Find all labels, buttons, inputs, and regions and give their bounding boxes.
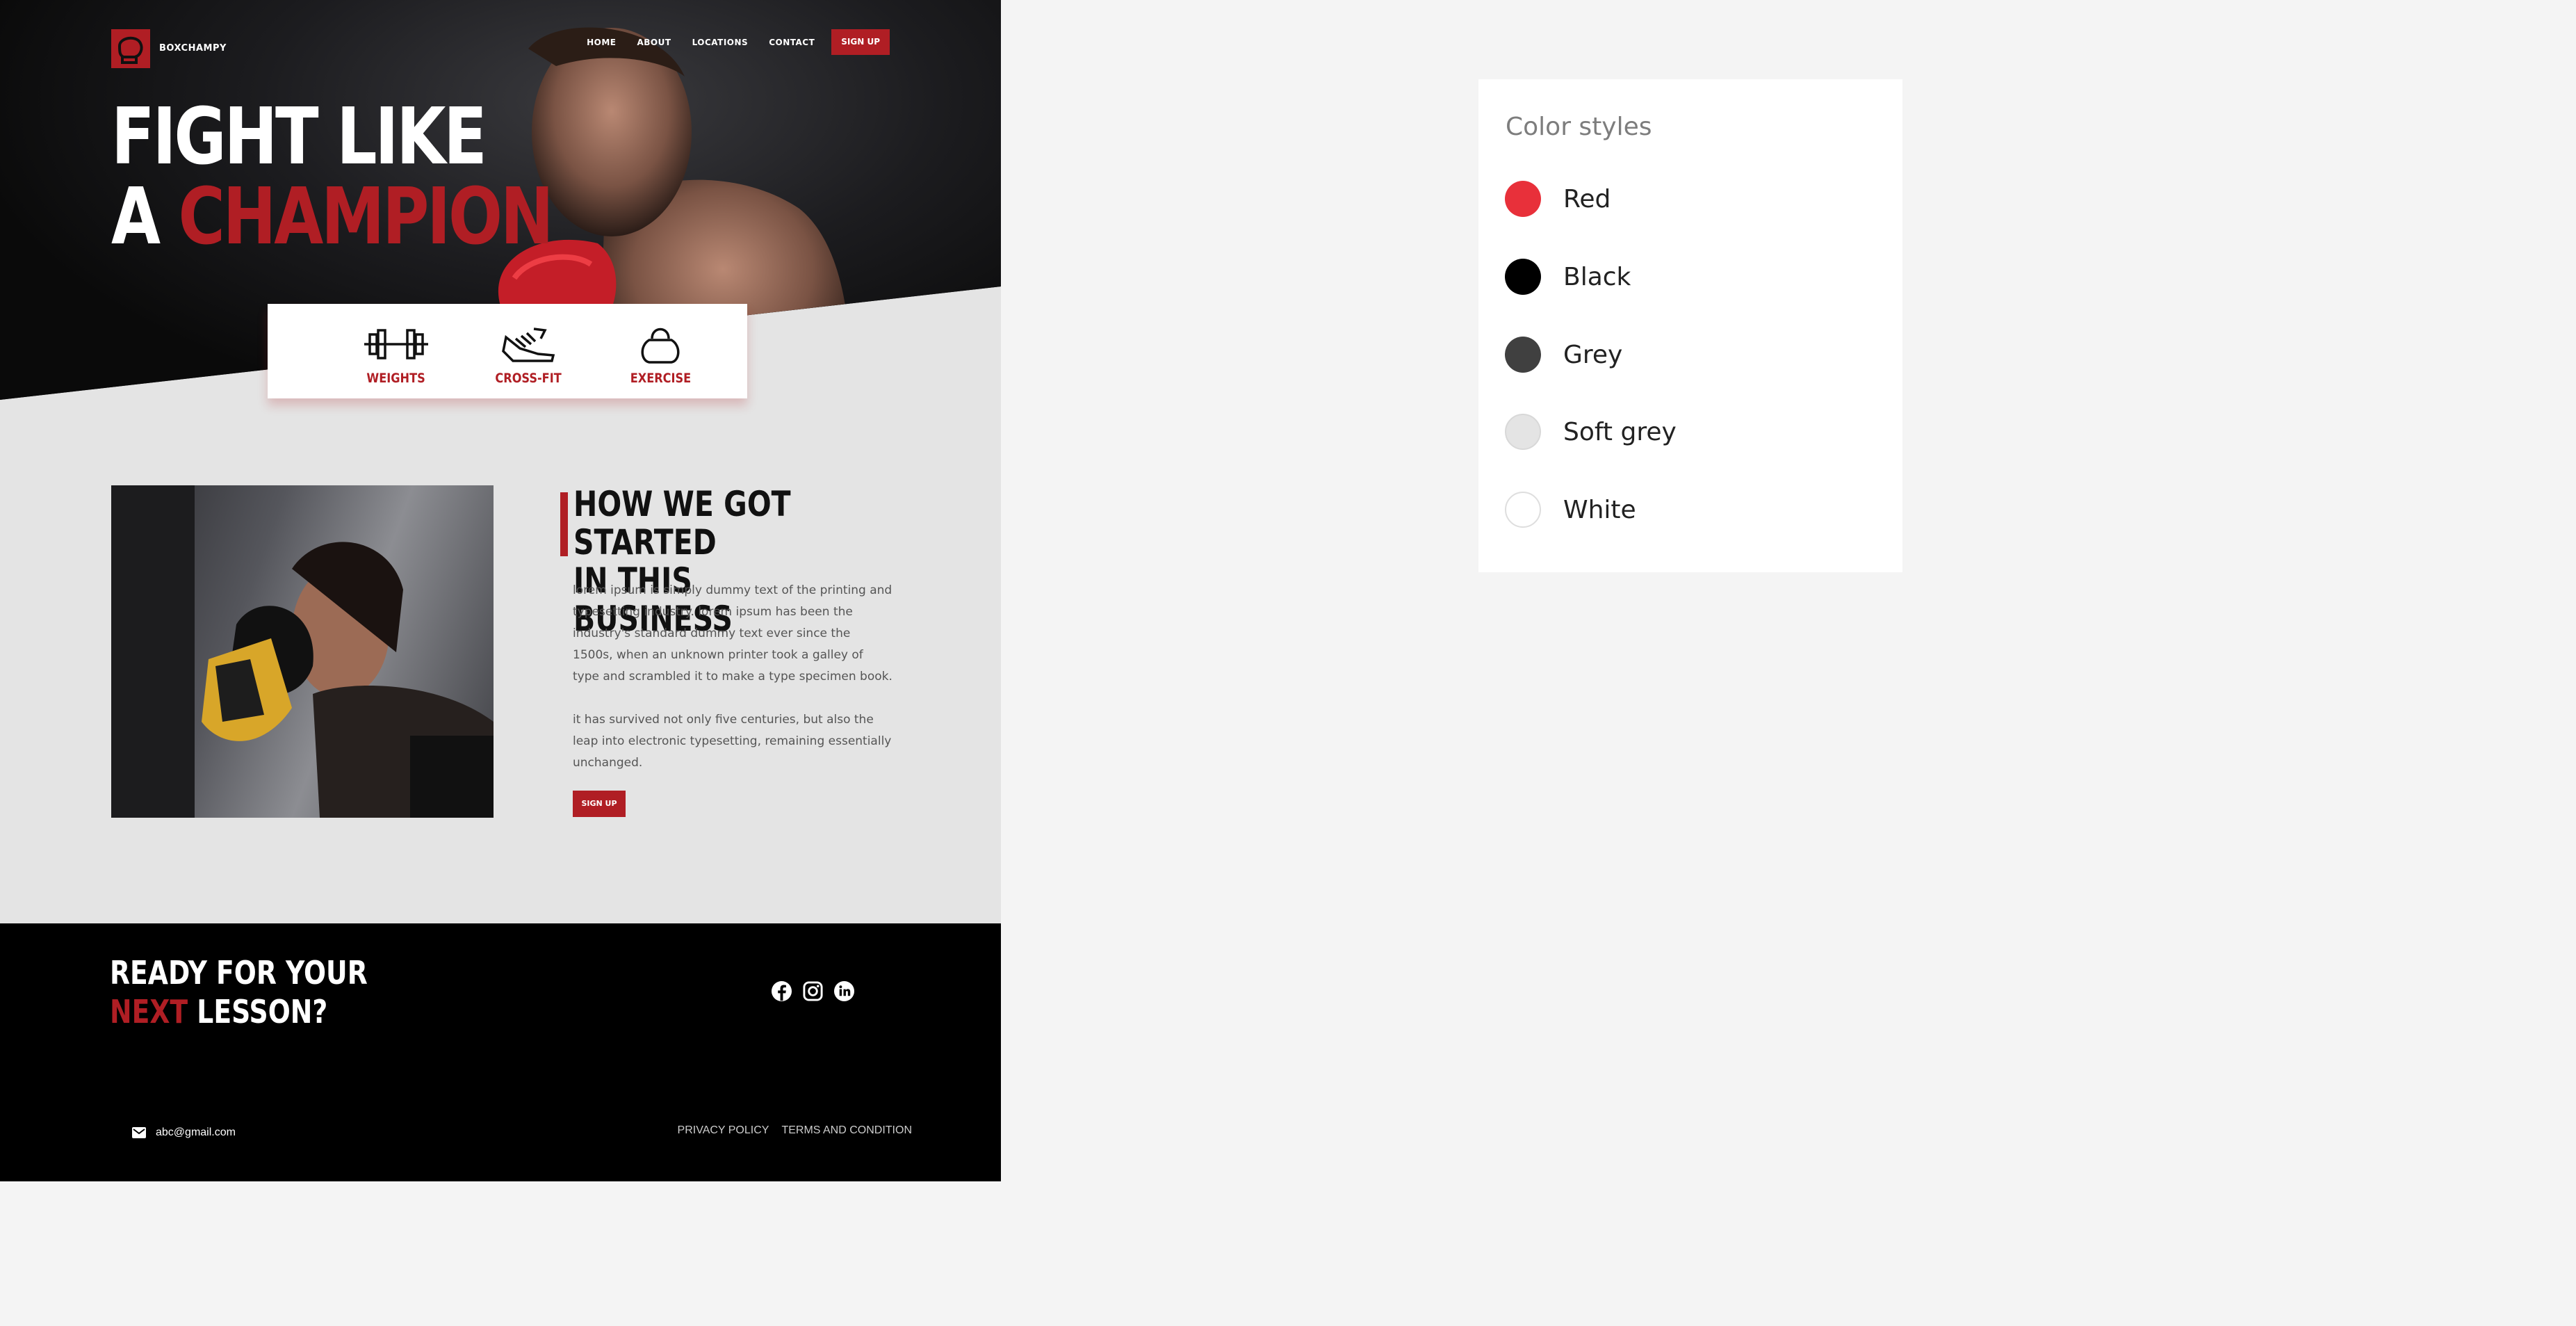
nav-about[interactable]: ABOUT xyxy=(637,38,671,47)
hero-line2-prefix: A xyxy=(111,172,179,262)
nav-links: HOME ABOUT LOCATIONS CONTACT SIGN UP xyxy=(566,29,890,55)
boxing-glove-icon[interactable] xyxy=(111,29,150,68)
nav-signup-button[interactable]: SIGN UP xyxy=(831,29,890,55)
color-name-grey: Grey xyxy=(1563,340,1623,369)
swatch-black xyxy=(1505,259,1541,295)
feature-weights[interactable]: WEIGHTS xyxy=(330,304,462,398)
footer: READY FOR YOUR NEXT LESSON? abc@gmail.co… xyxy=(0,923,1001,1181)
about-heading-line1: HOW WE GOT STARTED xyxy=(573,484,791,563)
feature-label-weights: WEIGHTS xyxy=(366,371,426,386)
barbell-icon xyxy=(364,329,428,359)
footer-cta: READY FOR YOUR NEXT LESSON? xyxy=(110,953,368,1031)
hero-line1: FIGHT LIKE xyxy=(111,92,487,182)
kettlebell-icon xyxy=(641,328,680,364)
sneaker-icon xyxy=(502,328,555,362)
feature-exercise[interactable]: EXERCISE xyxy=(594,304,726,398)
cta-rest: LESSON? xyxy=(188,993,328,1030)
swatch-soft-grey xyxy=(1505,414,1541,450)
color-styles-title: Color styles xyxy=(1506,113,1652,141)
social-links xyxy=(771,980,855,1002)
legal-links: PRIVACY POLICY TERMS AND CONDITION xyxy=(678,1124,912,1137)
swatch-red xyxy=(1505,181,1541,217)
hero-line2: A CHAMPION xyxy=(111,177,554,257)
hero-highlight: CHAMPION xyxy=(178,172,553,262)
email-address: abc@gmail.com xyxy=(156,1126,236,1138)
features-card: WEIGHTS CROSS-FIT EXERCISE xyxy=(268,304,747,398)
nav-locations[interactable]: LOCATIONS xyxy=(692,38,749,47)
cta-line2: NEXT LESSON? xyxy=(110,992,368,1031)
about-paragraph-2: it has survived not only five centuries,… xyxy=(573,713,892,770)
instagram-icon[interactable] xyxy=(802,980,824,1002)
feature-crossfit[interactable]: CROSS-FIT xyxy=(462,304,594,398)
about-signup-button[interactable]: SIGN UP xyxy=(573,791,626,817)
terms-link[interactable]: TERMS AND CONDITION xyxy=(781,1124,912,1137)
color-style-white[interactable]: White xyxy=(1505,492,1636,528)
feature-label-exercise: EXERCISE xyxy=(630,371,691,386)
color-style-red[interactable]: Red xyxy=(1505,181,1611,217)
color-styles-panel: Color styles Red Black Grey Soft grey Wh… xyxy=(1478,79,1902,572)
feature-label-crossfit: CROSS-FIT xyxy=(495,371,562,386)
color-name-soft-grey: Soft grey xyxy=(1563,417,1677,446)
color-style-grey[interactable]: Grey xyxy=(1505,337,1622,373)
mail-icon xyxy=(132,1127,146,1138)
color-style-black[interactable]: Black xyxy=(1505,259,1631,295)
color-name-red: Red xyxy=(1563,184,1611,213)
top-nav: BOXCHAMPY HOME ABOUT LOCATIONS CONTACT S… xyxy=(111,29,890,71)
nav-home[interactable]: HOME xyxy=(587,38,616,47)
about-paragraph-1: lorem ipsum is simply dummy text of the … xyxy=(573,583,892,684)
training-photo xyxy=(111,485,494,818)
hero-headline: FIGHT LIKE A CHAMPION xyxy=(111,92,554,257)
color-name-black: Black xyxy=(1563,262,1631,291)
nav-contact[interactable]: CONTACT xyxy=(769,38,815,47)
cta-line1: READY FOR YOUR xyxy=(110,954,368,992)
title-accent-bar xyxy=(560,492,568,556)
facebook-icon[interactable] xyxy=(771,980,792,1002)
color-name-white: White xyxy=(1563,495,1636,524)
landing-page-mockup: BOXCHAMPY HOME ABOUT LOCATIONS CONTACT S… xyxy=(0,0,1001,1181)
privacy-policy-link[interactable]: PRIVACY POLICY xyxy=(678,1124,769,1137)
footer-email[interactable]: abc@gmail.com xyxy=(132,1126,236,1139)
color-style-soft-grey[interactable]: Soft grey xyxy=(1505,414,1677,450)
swatch-grey xyxy=(1505,337,1541,373)
linkedin-icon[interactable] xyxy=(833,980,855,1002)
swatch-white xyxy=(1505,492,1541,528)
brand-name: BOXCHAMPY xyxy=(159,43,227,54)
cta-highlight: NEXT xyxy=(110,993,188,1030)
